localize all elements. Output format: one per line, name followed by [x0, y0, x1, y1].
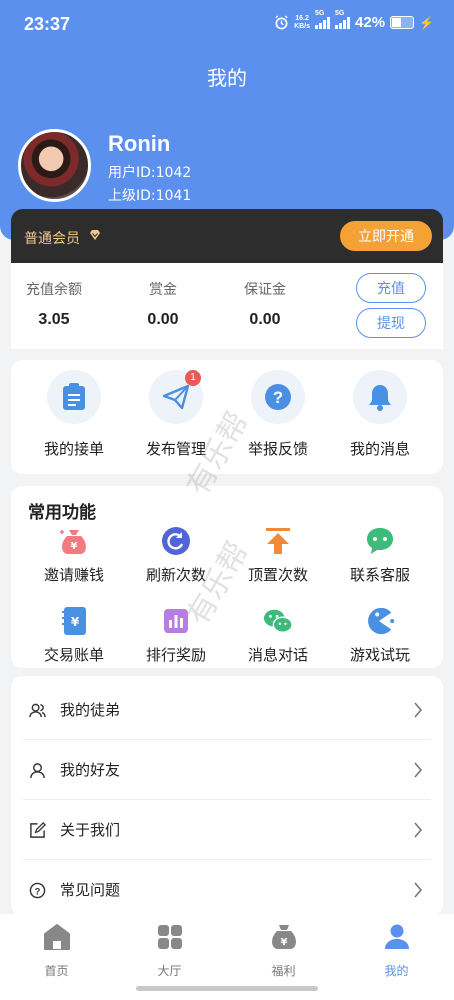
- feature-contact-support[interactable]: 联系客服: [326, 526, 434, 585]
- tab-hall[interactable]: 大厅: [113, 922, 226, 979]
- feature-ranking-reward[interactable]: 排行奖励: [122, 606, 230, 665]
- svg-text:¥: ¥: [71, 615, 80, 629]
- paper-plane-icon: [162, 384, 190, 410]
- section-title: 常用功能: [28, 503, 96, 523]
- help-icon: ?: [29, 882, 46, 899]
- user-id: 用户ID:1042: [108, 165, 192, 181]
- chat-bubble-icon: [367, 528, 393, 554]
- parent-id: 上级ID:1041: [108, 188, 192, 204]
- membership-bar: 普通会员 立即开通: [11, 209, 443, 263]
- open-membership-button[interactable]: 立即开通: [340, 221, 432, 251]
- withdraw-button[interactable]: 提现: [356, 308, 426, 338]
- page-title: 我的: [207, 66, 247, 90]
- pin-top-icon: [266, 528, 290, 554]
- svg-text:¥: ¥: [71, 541, 78, 552]
- alarm-icon: [275, 15, 288, 30]
- shortcuts-card: 我的接单 1 发布管理 ? 举报反馈 我的消息: [11, 360, 443, 474]
- menu-item-friends[interactable]: 我的好友: [11, 740, 443, 800]
- balance-deposit: 保证金 0.00: [244, 282, 286, 328]
- tab-welfare[interactable]: ¥ 福利: [227, 922, 340, 979]
- diamond-icon: [90, 230, 100, 240]
- status-bar: 23:37 16.2 KB/s 5G 5G 42% ⚡: [0, 0, 454, 50]
- svg-text:¥: ¥: [280, 937, 287, 948]
- bell-icon: [369, 385, 391, 411]
- home-indicator[interactable]: [136, 986, 318, 991]
- shortcut-report-feedback[interactable]: ? 举报反馈: [224, 370, 332, 459]
- feature-game-trial[interactable]: 游戏试玩: [326, 606, 434, 665]
- question-icon: ?: [265, 384, 291, 410]
- balance-card: 充值余额 3.05 赏金 0.00 保证金 0.00 充值 提现: [11, 263, 443, 349]
- status-time: 23:37: [24, 14, 71, 34]
- home-icon: [43, 924, 70, 950]
- feature-transaction-bill[interactable]: ¥ 交易账单: [20, 606, 128, 665]
- tab-mine[interactable]: 我的: [340, 922, 453, 979]
- feature-refresh-count[interactable]: 刷新次数: [122, 526, 230, 585]
- battery-icon: [390, 16, 415, 29]
- battery-percent: 42%: [355, 14, 386, 31]
- money-bag-icon: ¥: [60, 530, 86, 554]
- network-speed: 16.2 KB/s: [294, 14, 311, 30]
- menu-item-about-us[interactable]: 关于我们: [11, 800, 443, 860]
- menu-card: 我的徒弟 我的好友 关于我们 ? 常见问题: [11, 676, 443, 916]
- common-functions-card: 常用功能 ¥ 邀请赚钱 刷新次数 顶置次数 联系客服 ¥ 交易账单 排行奖励 消…: [11, 486, 443, 668]
- notification-badge: 1: [185, 370, 201, 386]
- clipboard-icon: [63, 383, 85, 410]
- svg-text:?: ?: [273, 388, 283, 407]
- bill-icon: ¥: [62, 607, 86, 635]
- chevron-right-icon: [414, 882, 423, 898]
- wechat-icon: [263, 609, 293, 633]
- edit-icon: [30, 822, 46, 838]
- avatar[interactable]: [18, 129, 91, 202]
- membership-label: 普通会员: [24, 231, 80, 247]
- game-icon: [368, 607, 395, 635]
- chevron-right-icon: [414, 822, 423, 838]
- signal-icon: 5G: [315, 10, 331, 29]
- user-name: Ronin: [108, 131, 171, 156]
- charging-icon: ⚡: [419, 15, 434, 30]
- shortcut-my-orders[interactable]: 我的接单: [20, 370, 128, 459]
- menu-item-apprentices[interactable]: 我的徒弟: [11, 680, 443, 740]
- chevron-right-icon: [414, 762, 423, 778]
- grid-icon: [157, 925, 182, 949]
- menu-item-faq[interactable]: ? 常见问题: [11, 860, 443, 916]
- feature-invite-earn[interactable]: ¥ 邀请赚钱: [20, 526, 128, 585]
- balance-recharge: 充值余额 3.05: [26, 282, 82, 328]
- balance-bounty: 赏金 0.00: [147, 282, 179, 328]
- user-icon: [30, 763, 45, 779]
- feature-message-chat[interactable]: 消息对话: [224, 606, 332, 665]
- recharge-button[interactable]: 充值: [356, 273, 426, 303]
- person-icon: [384, 924, 409, 949]
- gift-icon: ¥: [271, 925, 296, 949]
- tab-home[interactable]: 首页: [0, 922, 113, 979]
- svg-text:?: ?: [35, 886, 41, 897]
- chevron-right-icon: [414, 702, 423, 718]
- ranking-icon: [164, 609, 188, 633]
- shortcut-my-messages[interactable]: 我的消息: [326, 370, 434, 459]
- refresh-icon: [162, 527, 190, 555]
- signal-icon: 5G: [335, 10, 351, 29]
- users-icon: [29, 703, 46, 718]
- feature-pin-top-count[interactable]: 顶置次数: [224, 526, 332, 585]
- shortcut-publish-manage[interactable]: 1 发布管理: [122, 370, 230, 459]
- status-indicators: 16.2 KB/s 5G 5G 42% ⚡: [274, 10, 434, 31]
